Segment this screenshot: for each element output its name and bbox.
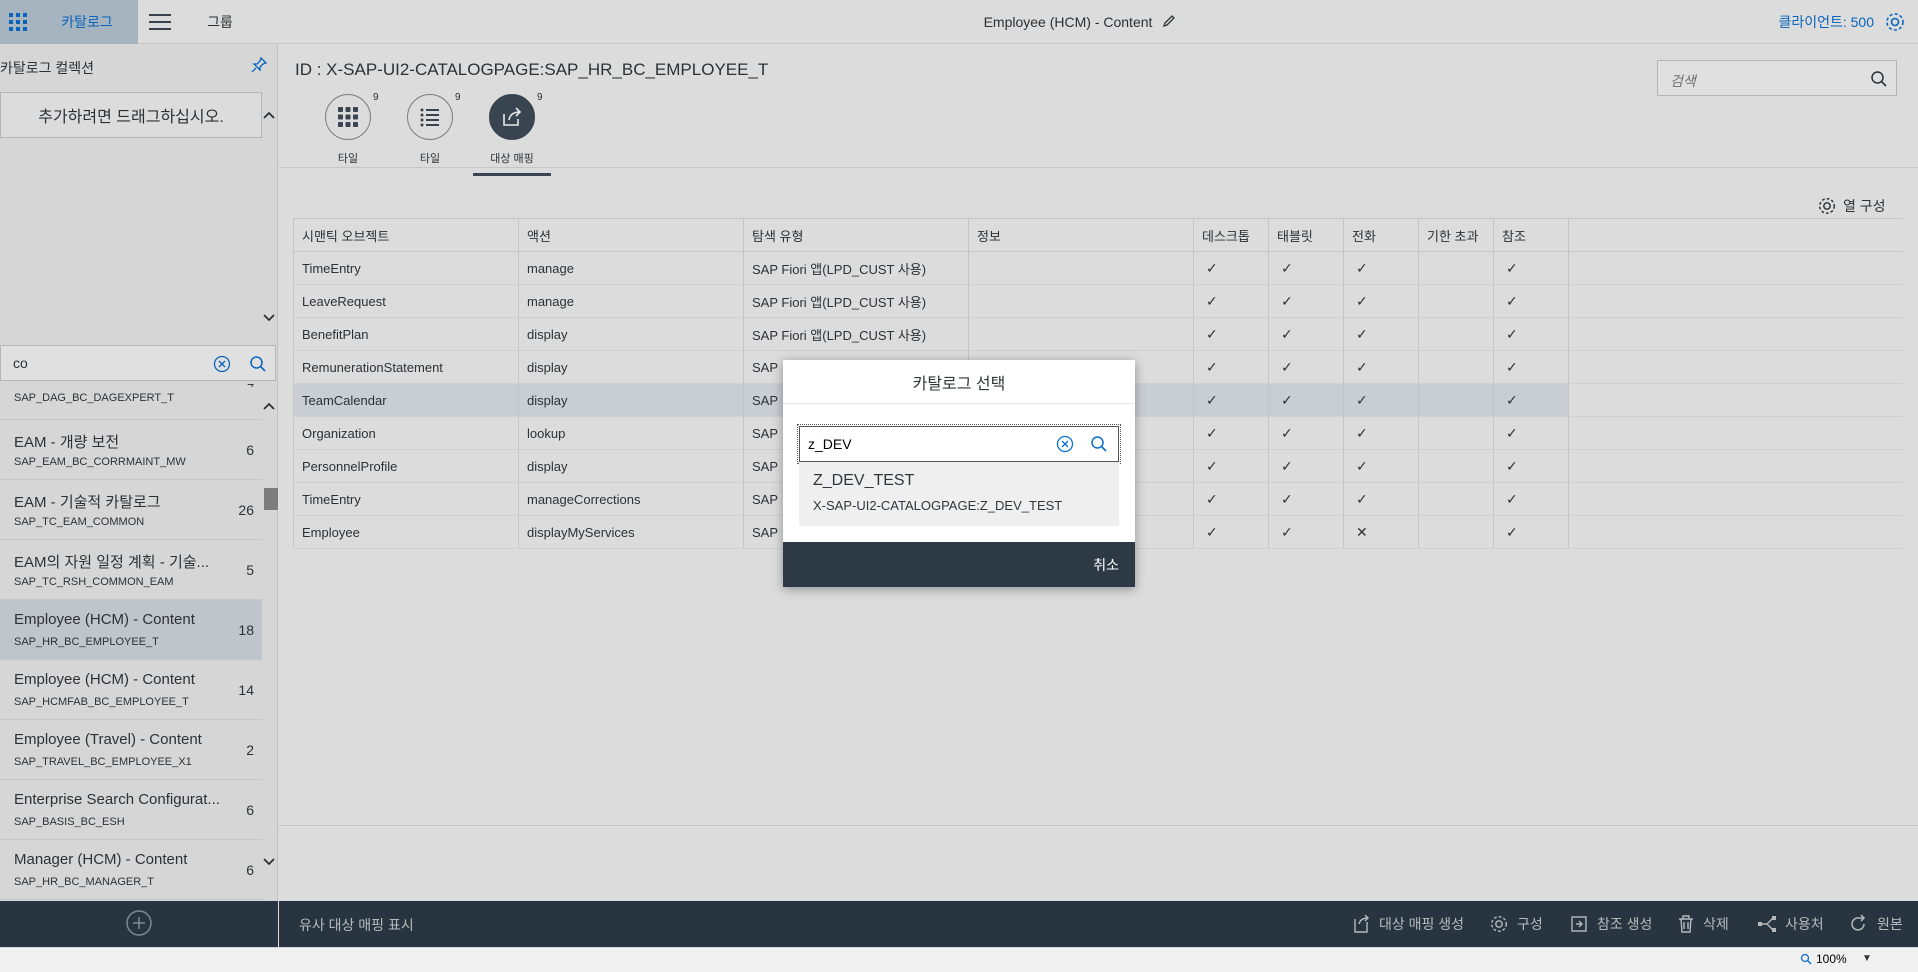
- dialog-title: 카탈로그 선택: [783, 360, 1135, 404]
- search-icon[interactable]: [1090, 435, 1108, 456]
- dialog-result-item[interactable]: Z_DEV_TEST X-SAP-UI2-CATALOGPAGE:Z_DEV_T…: [799, 462, 1119, 526]
- cancel-button[interactable]: 취소: [1093, 555, 1119, 575]
- dialog-footer: 취소: [783, 542, 1135, 587]
- zoom-control[interactable]: 100%: [1800, 952, 1847, 966]
- clear-search-icon[interactable]: [1056, 435, 1074, 456]
- zoom-level: 100%: [1816, 952, 1847, 966]
- result-id: X-SAP-UI2-CATALOGPAGE:Z_DEV_TEST: [813, 498, 1063, 513]
- zoom-dropdown-icon[interactable]: ▼: [1862, 953, 1872, 964]
- zoom-icon: [1800, 953, 1812, 965]
- dialog-search-input[interactable]: z_DEV: [797, 424, 1121, 464]
- dialog-search-value[interactable]: z_DEV: [808, 436, 852, 452]
- select-catalog-dialog: 카탈로그 선택 z_DEV Z_DEV_TEST X-SAP-UI2-CATAL…: [783, 360, 1135, 587]
- result-title: Z_DEV_TEST: [813, 472, 915, 489]
- browser-status-bar: 100% ▼: [0, 947, 1918, 972]
